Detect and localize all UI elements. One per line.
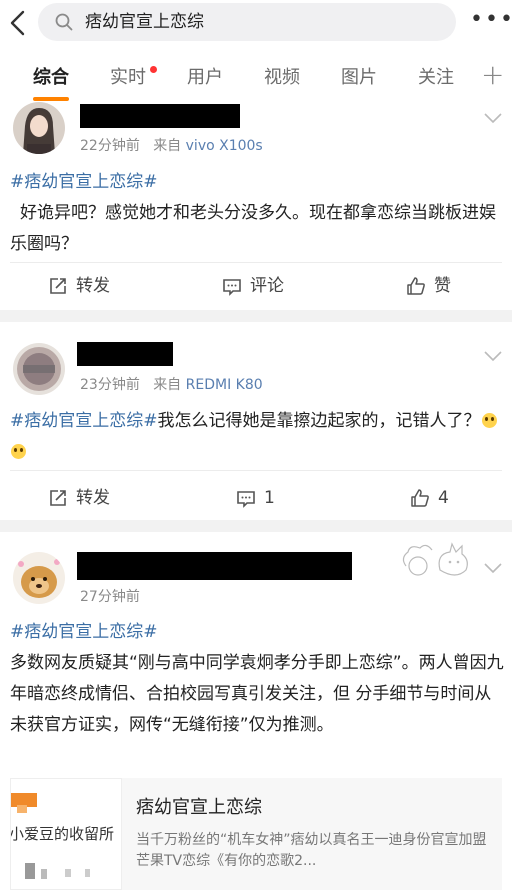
search-query: 痞幼官宣上恋综 [85, 12, 204, 32]
divider [10, 262, 502, 263]
comment-button[interactable]: 评论 [222, 274, 302, 298]
tab-video[interactable]: 视频 [264, 66, 300, 90]
post-text: #痞幼官宣上恋综# 多数网友质疑其“刚与高中同学袁炯孝分手即上恋综”。两人曾因九年… [10, 617, 504, 741]
comment-button[interactable]: 1 [236, 486, 296, 510]
flushed-emoji-icon [11, 444, 26, 459]
post-card: 23分钟前 来自 REDMI K80 #痞幼官宣上恋综#我怎么记得她是靠擦边起家… [0, 322, 512, 520]
more-dots-icon: ••• [470, 7, 512, 32]
comment-icon [237, 491, 255, 508]
tab-following[interactable]: 关注 [418, 66, 454, 90]
post-source[interactable]: REDMI K80 [186, 377, 263, 393]
flushed-emoji-icon [481, 413, 497, 428]
post-time: 23分钟前 [80, 377, 140, 393]
top-bar: 痞幼官宣上恋综 ••• [0, 0, 512, 46]
link-title: 痞幼官宣上恋综 [136, 797, 262, 818]
avatar[interactable] [13, 552, 65, 604]
repost-icon [50, 278, 66, 294]
post-content: 好诡异吧？感觉她才和老头分没多久。现在都拿恋综当跳板进娱乐圈吗？ [10, 203, 496, 254]
tab-users[interactable]: 用户 [187, 66, 223, 90]
redacted-username [77, 342, 173, 366]
divider [10, 470, 502, 471]
chevron-left-icon [10, 10, 25, 36]
topic-tag[interactable]: #痞幼官宣上恋综# [10, 172, 158, 192]
chevron-down-icon[interactable] [484, 350, 502, 362]
repost-button[interactable]: 转发 [48, 274, 128, 298]
post-text: #痞幼官宣上恋综#我怎么记得她是靠擦边起家的，记错人了？ [10, 406, 500, 468]
link-description: 当千万粉丝的“机车女神”痞幼以真名王一迪身份官宣加盟芒果TV恋综《有你的恋歌2.… [136, 832, 487, 869]
thumbs-up-icon [407, 277, 425, 295]
source-prefix: 来自 [153, 377, 182, 393]
post-card: 22分钟前 来自 vivo X100s #痞幼官宣上恋综# 好诡异吧？感觉她才和老… [0, 102, 512, 310]
like-button[interactable]: 赞 [406, 274, 486, 298]
post-source[interactable]: vivo X100s [186, 138, 263, 154]
tab-bar: 综合 实时 用户 视频 图片 关注 + [0, 46, 512, 104]
more-button[interactable]: ••• [470, 9, 512, 33]
chevron-down-icon[interactable] [484, 112, 502, 124]
source-prefix: 来自 [153, 138, 182, 154]
link-card[interactable]: 小爱豆的收留所 痞幼官宣上恋综 当千万粉丝的“机车女神”痞幼以真名王一迪身份官宣… [10, 778, 502, 890]
avatar[interactable] [13, 343, 65, 395]
search-input[interactable]: 痞幼官宣上恋综 [38, 3, 456, 41]
repost-label: 转发 [76, 488, 110, 508]
repost-label: 转发 [76, 276, 110, 296]
link-thumbnail: 小爱豆的收留所 [10, 778, 122, 890]
search-icon [55, 13, 73, 31]
comment-icon [223, 279, 241, 296]
tab-images[interactable]: 图片 [341, 66, 377, 90]
post-time: 27分钟前 [80, 589, 140, 605]
thumbnail-caption: 小爱豆的收留所 [10, 825, 115, 843]
repost-button[interactable]: 转发 [48, 486, 128, 510]
back-button[interactable] [6, 6, 32, 40]
redacted-username [77, 552, 352, 580]
like-label: 赞 [434, 276, 451, 296]
post-card: 27分钟前 #痞幼官宣上恋综# 多数网友质疑其“刚与高中同学袁炯孝分手即上恋综”。… [0, 532, 512, 894]
post-content: 我怎么记得她是靠擦边起家的，记错人了？ [157, 411, 481, 431]
cat-sticker-icon [402, 542, 468, 576]
chevron-down-icon[interactable] [484, 562, 502, 574]
tab-realtime[interactable]: 实时 [110, 66, 146, 90]
comment-count: 1 [264, 488, 275, 508]
post-text: #痞幼官宣上恋综# 好诡异吧？感觉她才和老头分没多久。现在都拿恋综当跳板进娱乐圈吗… [10, 167, 504, 260]
post-meta: 27分钟前 [80, 588, 140, 606]
like-count: 4 [438, 488, 449, 508]
plus-icon[interactable]: + [481, 60, 504, 90]
topic-tag[interactable]: #痞幼官宣上恋综# [10, 622, 158, 642]
topic-tag[interactable]: #痞幼官宣上恋综# [10, 411, 158, 431]
active-tab-indicator [33, 97, 69, 101]
comment-label: 评论 [250, 276, 284, 296]
thumbs-up-icon [411, 489, 429, 507]
notification-dot [150, 66, 157, 73]
repost-icon [50, 490, 66, 506]
post-time: 22分钟前 [80, 138, 140, 154]
post-meta: 23分钟前 来自 REDMI K80 [80, 376, 263, 394]
tab-comprehensive[interactable]: 综合 [33, 66, 69, 90]
redacted-username [80, 104, 240, 128]
avatar[interactable] [13, 102, 65, 154]
post-meta: 22分钟前 来自 vivo X100s [80, 137, 263, 155]
like-button[interactable]: 4 [410, 486, 470, 510]
post-content: 多数网友质疑其“刚与高中同学袁炯孝分手即上恋综”。两人曾因九年暗恋终成情侣、合拍… [10, 653, 504, 735]
